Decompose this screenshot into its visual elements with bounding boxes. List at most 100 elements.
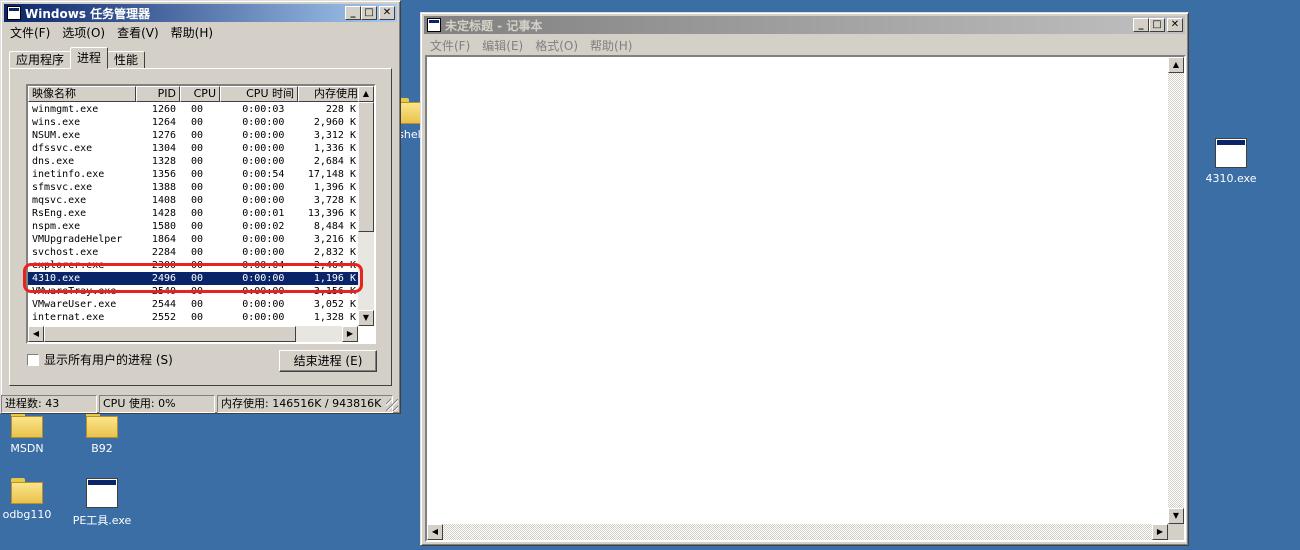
desktop-icon-label: B92: [91, 442, 113, 455]
desktop-icon-label: 4310.exe: [1205, 172, 1257, 185]
cell-cpu: 00: [191, 156, 204, 167]
cell-pid: 2552: [151, 312, 177, 323]
show-all-users-checkbox[interactable]: 显示所有用户的进程 (S): [27, 351, 173, 368]
scroll-thumb[interactable]: [44, 326, 296, 342]
tab-performance[interactable]: 性能: [107, 51, 146, 69]
column-mem-usage[interactable]: 内存使用: [298, 86, 362, 102]
cell-pid: 2284: [151, 247, 177, 258]
column-cpu-time[interactable]: CPU 时间: [220, 86, 298, 102]
process-row[interactable]: internat.exe 2552 00 0:00:00 1,328 K: [28, 311, 360, 324]
notepad-titlebar[interactable]: 未定标题 - 记事本 _ □ ✕: [424, 16, 1185, 34]
maximize-button[interactable]: □: [361, 6, 377, 20]
process-row[interactable]: dfssvc.exe 1304 00 0:00:00 1,336 K: [28, 142, 360, 155]
checkbox-box[interactable]: [27, 353, 39, 366]
column-pid[interactable]: PID: [136, 86, 180, 102]
menu-help[interactable]: 帮助(H): [165, 24, 219, 41]
cell-cpu: 00: [191, 143, 204, 154]
scroll-up-button[interactable]: ▲: [1168, 57, 1184, 73]
desktop-icon-odbg110[interactable]: odbg110: [0, 478, 62, 521]
window-title: Windows 任务管理器: [25, 6, 151, 21]
desktop-icon-b92[interactable]: B92: [67, 412, 137, 455]
cell-pid: 1356: [151, 169, 177, 180]
cell-mem-usage: 3,052 K: [313, 299, 356, 310]
column-cpu[interactable]: CPU: [180, 86, 220, 102]
scroll-thumb[interactable]: [358, 102, 374, 232]
scroll-right-button[interactable]: ▶: [342, 326, 358, 342]
menu-file[interactable]: 文件(F): [4, 24, 56, 41]
cell-mem-usage: 1,396 K: [313, 182, 356, 193]
cell-cpu-time: 0:00:00: [242, 299, 285, 310]
notepad-vscrollbar[interactable]: ▲ ▼: [1168, 57, 1184, 524]
process-row[interactable]: sfmsvc.exe 1388 00 0:00:00 1,396 K: [28, 181, 360, 194]
cell-pid: 1388: [151, 182, 177, 193]
minimize-button[interactable]: _: [345, 6, 361, 20]
cell-cpu: 00: [191, 312, 204, 323]
cell-image-name: mqsvc.exe: [32, 195, 87, 206]
scroll-left-button[interactable]: ◀: [427, 524, 443, 540]
scroll-corner: [1168, 524, 1184, 540]
close-button[interactable]: ✕: [1167, 18, 1183, 32]
cell-pid: 1264: [151, 117, 177, 128]
scroll-up-button[interactable]: ▲: [358, 86, 374, 102]
tab-strip: 应用程序 进程 性能: [9, 47, 146, 69]
process-row[interactable]: VMUpgradeHelper 1864 00 0:00:00 3,216 K: [28, 233, 360, 246]
notepad-hscrollbar[interactable]: ◀ ▶: [427, 524, 1168, 540]
resize-grip[interactable]: [386, 399, 398, 411]
desktop-icon-pe-tool[interactable]: PE工具.exe: [67, 478, 137, 528]
task-manager-titlebar[interactable]: Windows 任务管理器 _ □ ✕: [4, 4, 397, 22]
cell-cpu-time: 0:00:00: [242, 195, 285, 206]
process-row[interactable]: inetinfo.exe 1356 00 0:00:54 17,148 K: [28, 168, 360, 181]
process-row[interactable]: nspm.exe 1580 00 0:00:02 8,484 K: [28, 220, 360, 233]
process-row[interactable]: dns.exe 1328 00 0:00:00 2,684 K: [28, 155, 360, 168]
menu-options[interactable]: 选项(O): [56, 24, 111, 41]
scroll-right-button[interactable]: ▶: [1152, 524, 1168, 540]
cell-image-name: nspm.exe: [32, 221, 81, 232]
desktop-icon-4310[interactable]: 4310.exe: [1196, 138, 1266, 185]
tab-processes[interactable]: 进程: [70, 47, 109, 69]
menu-edit[interactable]: 编辑(E): [476, 37, 529, 54]
cell-pid: 1328: [151, 156, 177, 167]
minimize-button[interactable]: _: [1133, 18, 1149, 32]
exe-icon: [1215, 138, 1247, 168]
close-button[interactable]: ✕: [379, 6, 395, 20]
scroll-down-button[interactable]: ▼: [358, 310, 374, 326]
column-image-name[interactable]: 映像名称: [28, 86, 136, 102]
cell-cpu-time: 0:00:01: [242, 208, 285, 219]
desktop-icon-msdn[interactable]: MSDN: [0, 412, 62, 455]
menu-view[interactable]: 查看(V): [111, 24, 165, 41]
maximize-button[interactable]: □: [1149, 18, 1165, 32]
process-list[interactable]: 映像名称 PID CPU CPU 时间 内存使用 winmgmt.exe 1260…: [26, 84, 376, 344]
process-row[interactable]: VMwareUser.exe 2544 00 0:00:00 3,052 K: [28, 298, 360, 311]
cell-image-name: winmgmt.exe: [32, 104, 99, 115]
status-cpu-usage: CPU 使用: 0%: [99, 395, 215, 413]
process-row[interactable]: NSUM.exe 1276 00 0:00:00 3,312 K: [28, 129, 360, 142]
folder-icon: [11, 478, 43, 504]
process-row[interactable]: wins.exe 1264 00 0:00:00 2,960 K: [28, 116, 360, 129]
tab-applications[interactable]: 应用程序: [9, 51, 72, 69]
exe-icon: [86, 478, 118, 508]
menu-format[interactable]: 格式(O): [529, 37, 584, 54]
end-process-label: 结束进程 (E): [293, 354, 363, 368]
process-row[interactable]: RsEng.exe 1428 00 0:00:01 13,396 K: [28, 207, 360, 220]
cell-image-name: VMwareUser.exe: [32, 299, 117, 310]
cell-cpu: 00: [191, 169, 204, 180]
cell-pid: 1408: [151, 195, 177, 206]
menu-file[interactable]: 文件(F): [424, 37, 476, 54]
cell-pid: 1428: [151, 208, 177, 219]
cell-cpu: 00: [191, 247, 204, 258]
scroll-left-button[interactable]: ◀: [28, 326, 44, 342]
status-process-count: 进程数: 43: [1, 395, 97, 413]
menu-help[interactable]: 帮助(H): [584, 37, 638, 54]
cell-image-name: sfmsvc.exe: [32, 182, 93, 193]
notepad-text-area[interactable]: ▲ ▼ ◀ ▶: [425, 55, 1186, 542]
process-row[interactable]: svchost.exe 2284 00 0:00:00 2,832 K: [28, 246, 360, 259]
process-row[interactable]: mqsvc.exe 1408 00 0:00:00 3,728 K: [28, 194, 360, 207]
cell-image-name: wins.exe: [32, 117, 81, 128]
menu-bar: 文件(F) 选项(O) 查看(V) 帮助(H): [4, 23, 397, 42]
process-list-hscrollbar[interactable]: ◀ ▶: [28, 326, 358, 342]
scroll-down-button[interactable]: ▼: [1168, 508, 1184, 524]
end-process-button[interactable]: 结束进程 (E): [279, 350, 377, 372]
cell-cpu-time: 0:00:00: [242, 234, 285, 245]
cell-image-name: RsEng.exe: [32, 208, 87, 219]
process-row[interactable]: winmgmt.exe 1260 00 0:00:03 228 K: [28, 103, 360, 116]
